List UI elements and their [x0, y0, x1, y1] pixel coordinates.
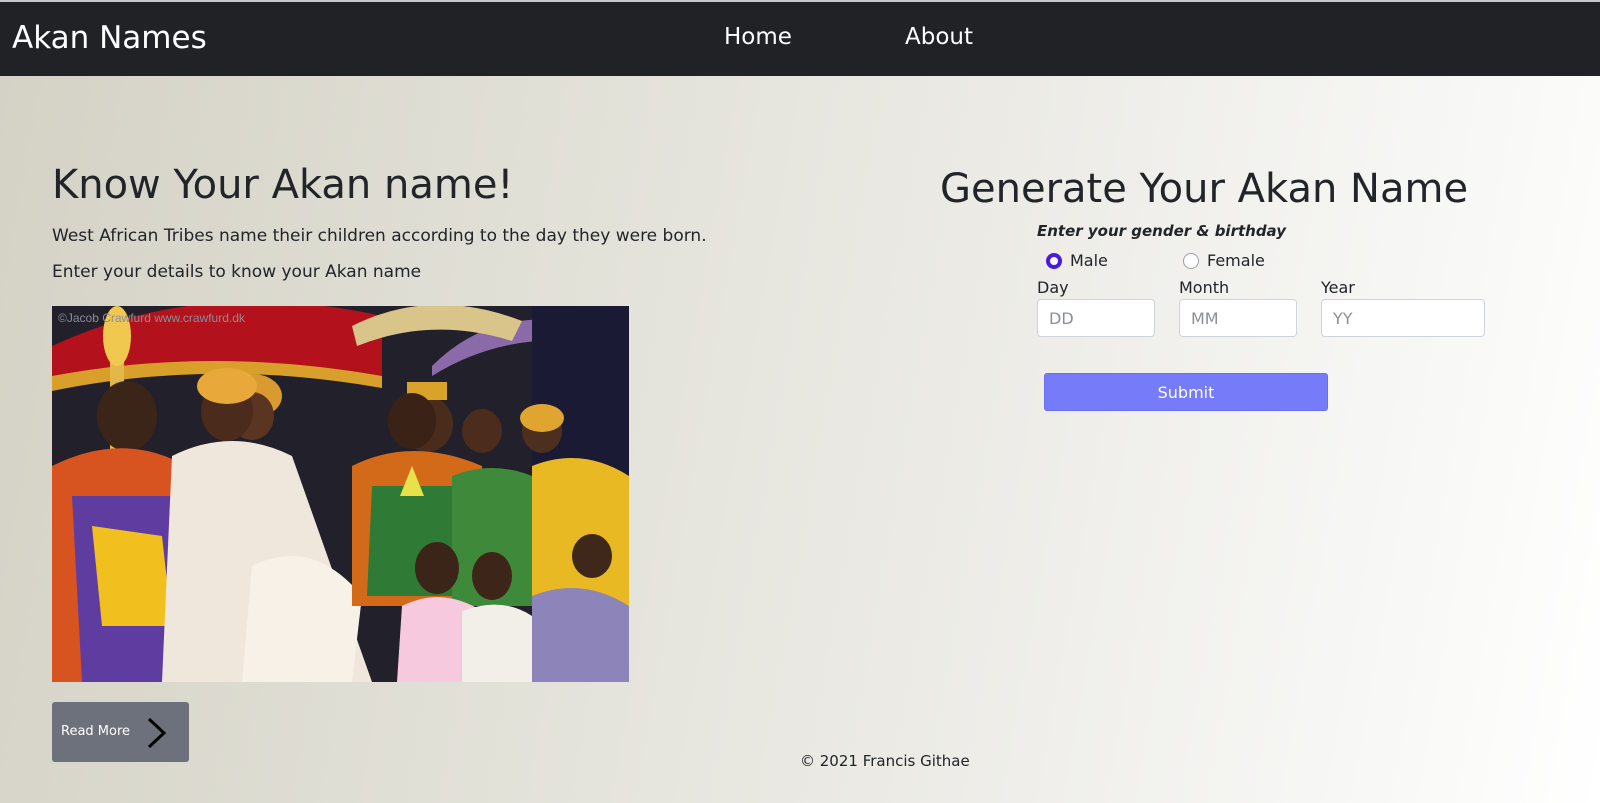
- form-caption: Enter your gender & birthday: [1037, 222, 1286, 240]
- month-label: Month: [1179, 278, 1230, 297]
- nav-link-about[interactable]: About: [905, 24, 973, 50]
- submit-button[interactable]: Submit: [1044, 373, 1328, 411]
- day-label: Day: [1037, 278, 1069, 297]
- gender-radio-male[interactable]: [1046, 253, 1062, 269]
- navbar: Akan Names Home About: [0, 2, 1600, 76]
- akan-ceremony-photo: ©Jacob Crawfurd www.crawfurd.dk: [52, 306, 629, 682]
- gender-radio-female[interactable]: [1183, 253, 1199, 269]
- year-input[interactable]: [1321, 299, 1485, 337]
- photo-watermark: ©Jacob Crawfurd www.crawfurd.dk: [58, 311, 246, 325]
- brand-link[interactable]: Akan Names: [12, 20, 207, 56]
- generator-heading: Generate Your Akan Name: [940, 166, 1469, 212]
- intro-paragraph: West African Tribes name their children …: [52, 226, 707, 246]
- nav-link-home[interactable]: Home: [724, 24, 792, 50]
- gender-label-female[interactable]: Female: [1207, 251, 1265, 270]
- year-label: Year: [1321, 278, 1355, 297]
- read-more-label: Read More: [61, 724, 131, 739]
- day-input[interactable]: [1037, 299, 1155, 337]
- chevron-right-icon: [144, 716, 168, 754]
- read-more-button[interactable]: Read More: [52, 702, 189, 762]
- footer-copyright: © 2021 Francis Githae: [800, 752, 970, 770]
- intro-instruction: Enter your details to know your Akan nam…: [52, 262, 422, 282]
- month-input[interactable]: [1179, 299, 1297, 337]
- intro-heading: Know Your Akan name!: [52, 162, 514, 208]
- gender-label-male[interactable]: Male: [1070, 251, 1108, 270]
